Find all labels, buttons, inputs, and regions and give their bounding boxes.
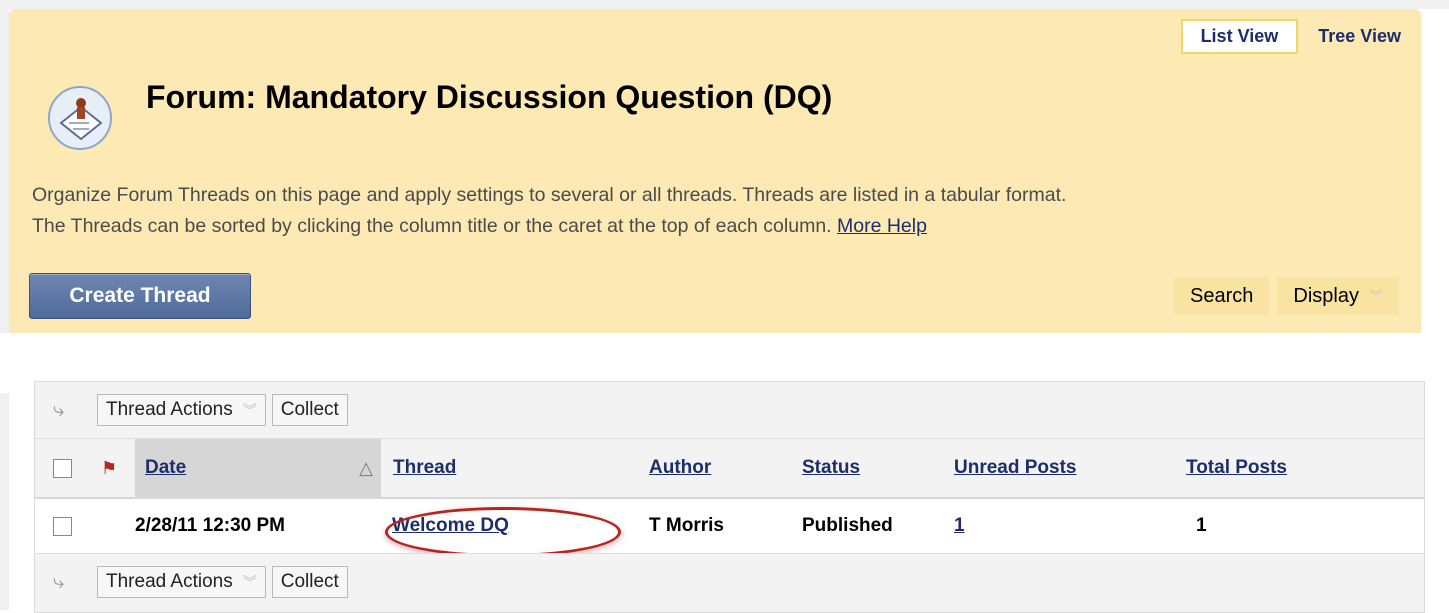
action-arrow-icon: ⤷ [53, 570, 65, 593]
window-top-border [0, 0, 1449, 9]
table-row: 2/28/11 12:30 PM Welcome DQ T Morris Pub… [35, 499, 1424, 557]
row-select-cell [53, 499, 72, 553]
row-thread: Welcome DQ [392, 499, 509, 553]
column-total-posts: Total Posts [1186, 439, 1287, 497]
collect-button-bottom[interactable]: Collect [271, 566, 348, 598]
column-status: Status [802, 439, 860, 497]
column-header-unread-posts[interactable]: Unread Posts [954, 457, 1076, 479]
chevron-down-icon: ︾ [1369, 288, 1383, 304]
column-thread: Thread [393, 439, 456, 497]
list-view-button[interactable]: List View [1180, 19, 1299, 54]
column-header-author[interactable]: Author [649, 457, 711, 479]
thread-actions-label: Thread Actions [106, 399, 233, 420]
column-unread-posts: Unread Posts [954, 439, 1076, 497]
forum-header: List View Tree View Forum: Mandatory Dis… [9, 9, 1421, 333]
header-right-buttons: Search Display ︾ [1166, 277, 1399, 315]
page-title: Forum: Mandatory Discussion Question (DQ… [146, 79, 833, 115]
action-bar-bottom: ⤷ Thread Actions ︾ Collect [35, 553, 1424, 610]
action-arrow-icon: ⤷ [53, 398, 65, 421]
select-all-cell [53, 439, 72, 497]
row-total-posts: 1 [1196, 515, 1207, 536]
column-header-status[interactable]: Status [802, 457, 860, 479]
flag-icon[interactable]: ⚑ [101, 458, 117, 479]
window-left-gap [0, 333, 9, 393]
action-bar-top: ⤷ Thread Actions ︾ Collect [35, 382, 1424, 439]
row-author: T Morris [649, 515, 724, 536]
threads-table: ⤷ Thread Actions ︾ Collect ⚑ Date △ Thre… [34, 381, 1425, 613]
column-header-thread[interactable]: Thread [393, 457, 456, 479]
column-date: Date △ [135, 439, 381, 497]
collect-button-top[interactable]: Collect [271, 394, 348, 426]
thread-actions-button-bottom[interactable]: Thread Actions ︾ [97, 566, 266, 598]
row-status: Published [802, 515, 893, 536]
more-help-link[interactable]: More Help [837, 215, 927, 237]
window-left-border [0, 0, 9, 610]
search-button-label: Search [1190, 284, 1254, 307]
column-header-date[interactable]: Date [145, 457, 186, 479]
row-unread-posts: 1 [954, 499, 965, 553]
thread-actions-button-top[interactable]: Thread Actions ︾ [97, 394, 266, 426]
description-line-1: Organize Forum Threads on this page and … [32, 184, 1067, 206]
flag-cell: ⚑ [101, 439, 117, 497]
row-date: 2/28/11 12:30 PM [135, 515, 285, 536]
column-header-total-posts[interactable]: Total Posts [1186, 457, 1287, 479]
page-description: Organize Forum Threads on this page and … [32, 180, 1412, 242]
display-button[interactable]: Display ︾ [1277, 277, 1399, 315]
select-all-checkbox[interactable] [53, 458, 72, 478]
thread-link[interactable]: Welcome DQ [392, 515, 509, 537]
chevron-down-icon: ︾ [242, 574, 257, 590]
table-header-row: ⚑ Date △ Thread Author Status Unread Pos… [35, 439, 1424, 499]
forum-icon [48, 86, 112, 150]
column-author: Author [649, 439, 711, 497]
create-thread-button[interactable]: Create Thread [29, 273, 251, 319]
description-line-2: The Threads can be sorted by clicking th… [32, 215, 832, 237]
thread-actions-label: Thread Actions [106, 571, 233, 592]
display-button-label: Display [1293, 284, 1359, 307]
row-checkbox[interactable] [53, 516, 72, 536]
chevron-down-icon: ︾ [242, 402, 257, 418]
view-toggle: List View Tree View [1180, 19, 1401, 54]
sort-caret-icon[interactable]: △ [359, 458, 373, 479]
search-button[interactable]: Search [1174, 277, 1270, 315]
unread-posts-link[interactable]: 1 [954, 515, 965, 537]
tree-view-button[interactable]: Tree View [1318, 26, 1401, 47]
